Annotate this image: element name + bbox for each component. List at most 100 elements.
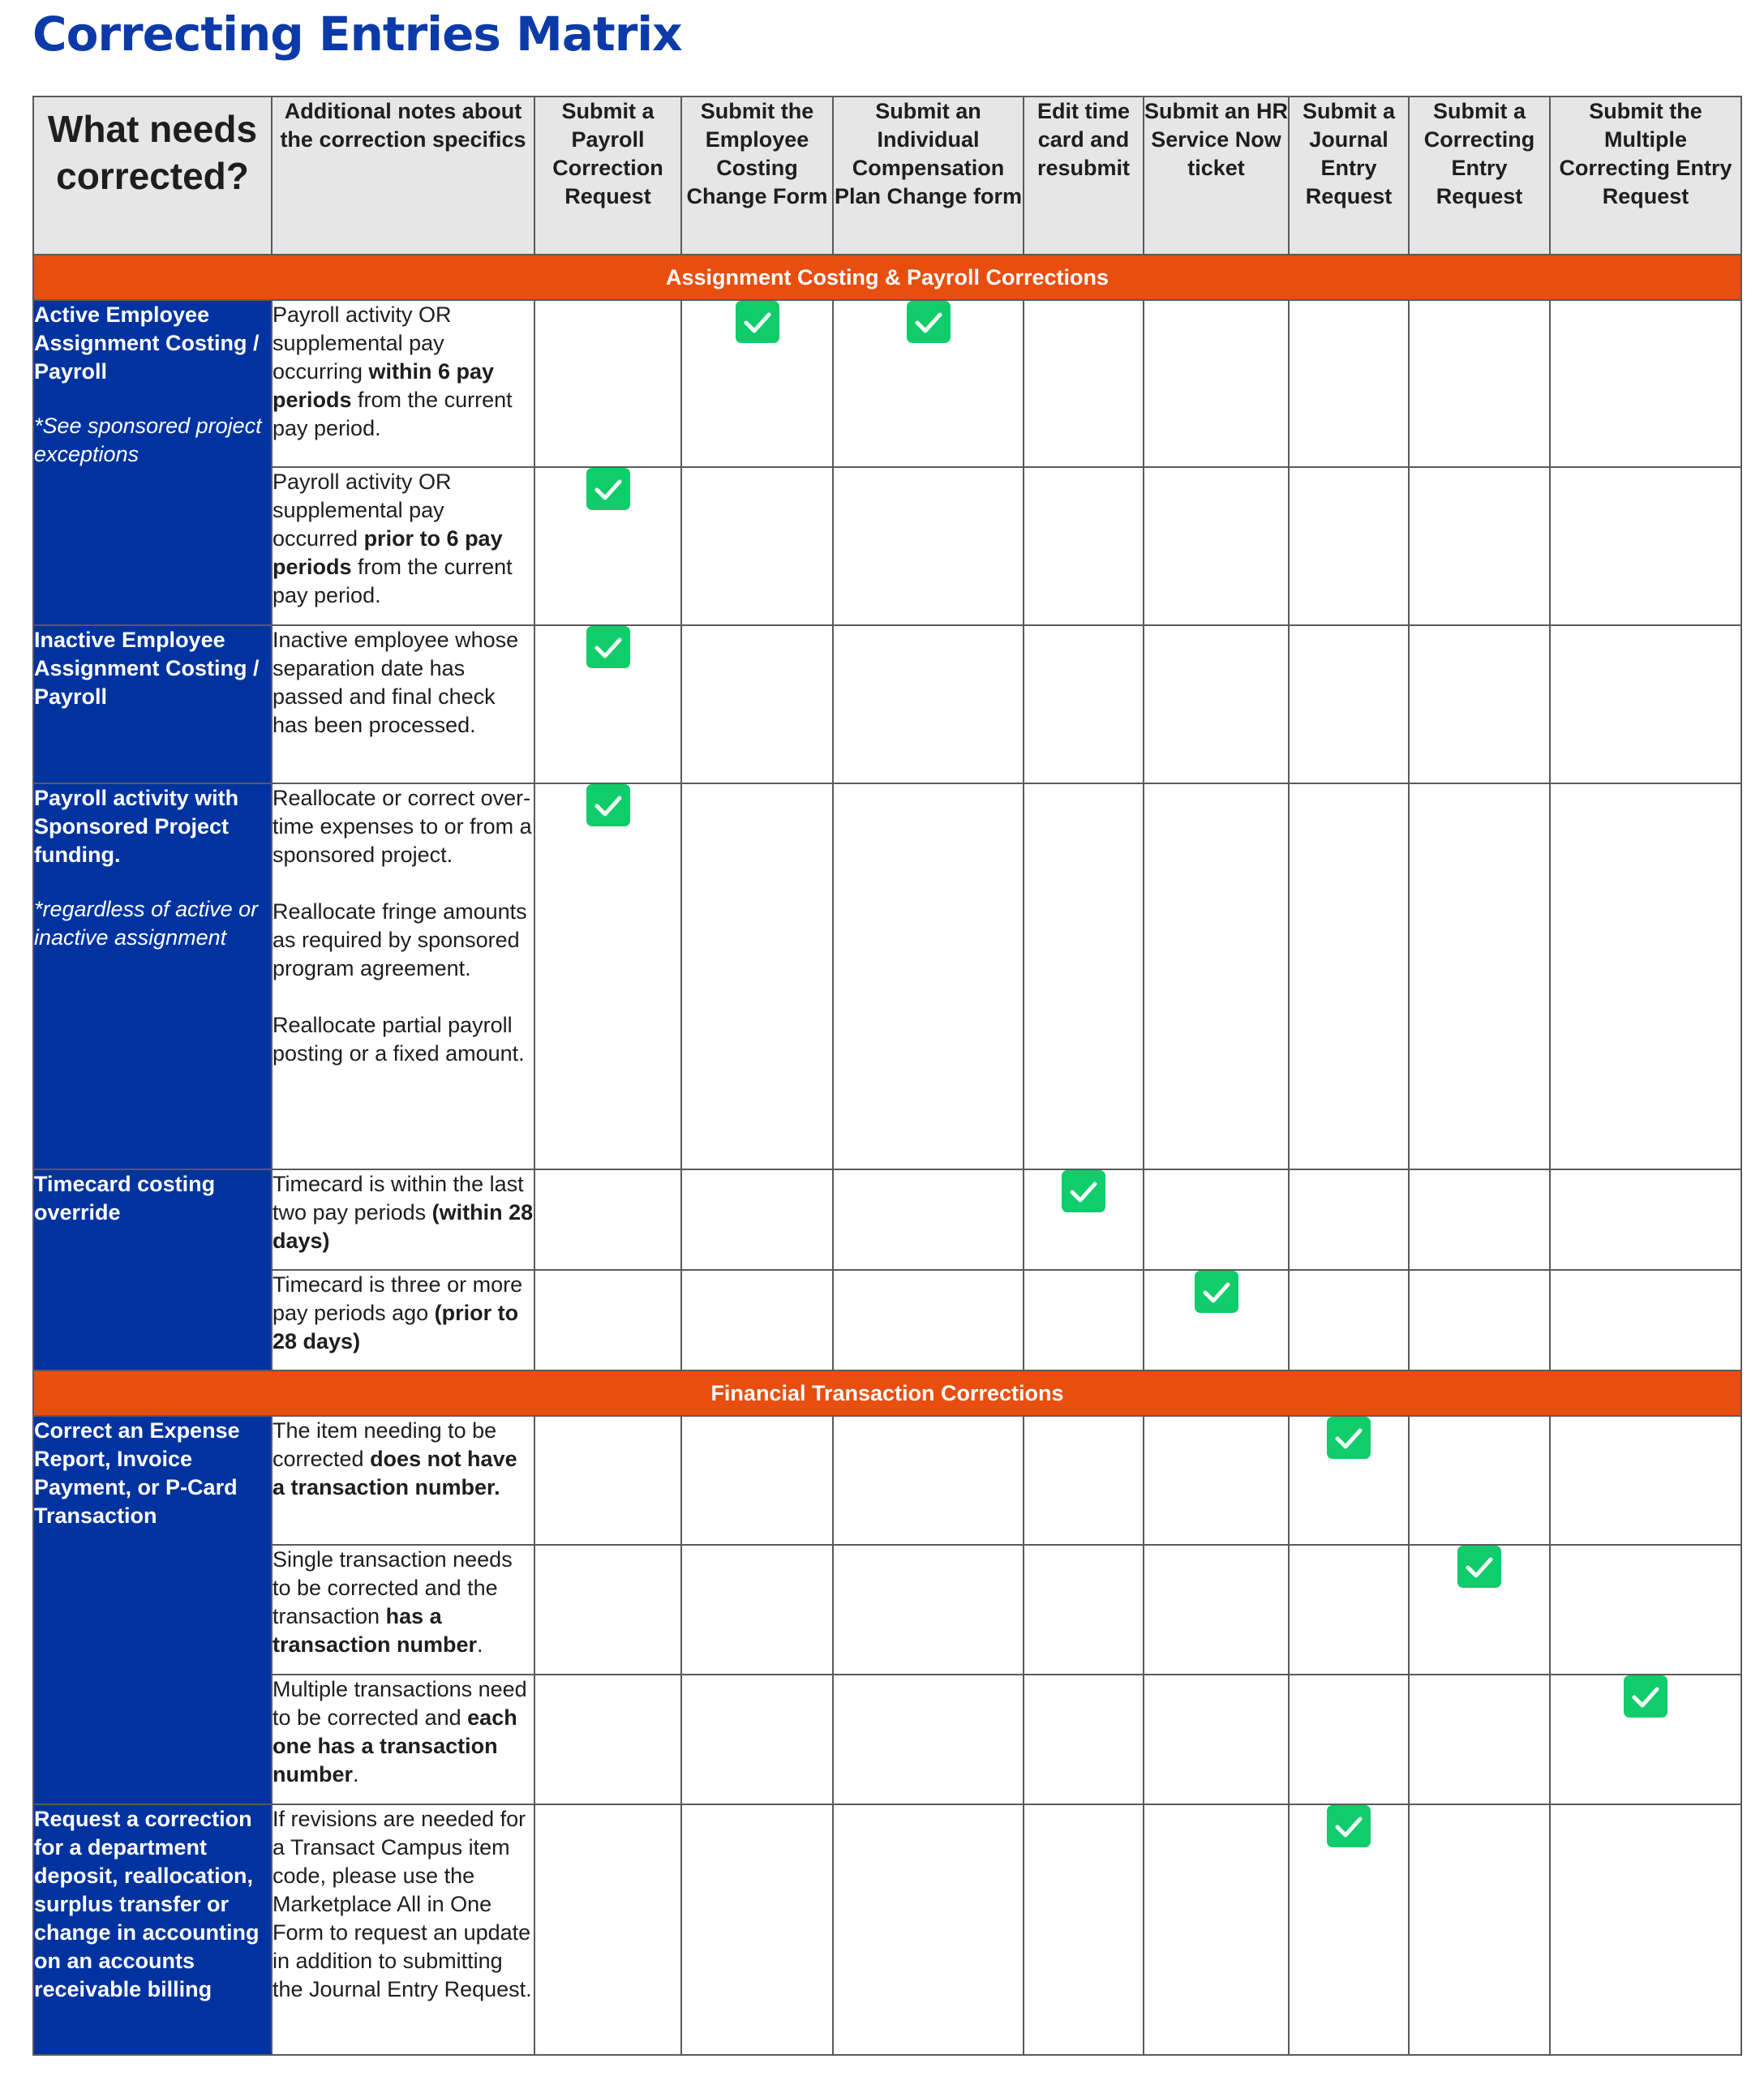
action-cell xyxy=(1023,1804,1144,2056)
header-action-journal-entry: Submit a Journal Entry Request xyxy=(1288,96,1410,255)
action-cell xyxy=(680,1269,834,1371)
category-label: Timecard costing override xyxy=(34,1172,216,1225)
action-cell xyxy=(534,466,682,626)
action-cell xyxy=(1549,1674,1742,1805)
checkmark-icon xyxy=(1457,1546,1501,1588)
action-cell xyxy=(534,1415,682,1546)
page-title: Correcting Entries Matrix xyxy=(32,6,683,62)
action-cell xyxy=(832,1674,1024,1805)
notes-cell: Payroll activity OR supplemental pay occ… xyxy=(271,299,535,468)
action-cell xyxy=(680,299,834,468)
action-cell xyxy=(1408,624,1551,784)
note-paragraph: The item needing to be corrected does no… xyxy=(273,1417,534,1502)
checkmark-icon xyxy=(586,468,630,510)
action-cell xyxy=(832,1169,1024,1271)
action-cell xyxy=(832,466,1024,626)
action-cell xyxy=(1023,1415,1144,1546)
category-cell: Request a correction for a department de… xyxy=(32,1804,273,2056)
action-cell xyxy=(1549,299,1742,468)
notes-cell: Timecard is within the last two pay peri… xyxy=(271,1169,535,1271)
table-row: Timecard costing override Timecard is wit… xyxy=(32,1169,1742,1371)
action-cell xyxy=(832,624,1024,784)
note-text: Reallocate or correct over-time expenses… xyxy=(273,786,532,867)
action-cell xyxy=(534,1804,682,2056)
action-cell xyxy=(1408,783,1551,1170)
action-cell xyxy=(1288,1804,1410,2056)
action-cell xyxy=(1143,1804,1290,2056)
action-cell xyxy=(1023,1544,1144,1675)
checkmark-icon xyxy=(1327,1805,1371,1847)
category-label: Payroll activity with Sponsored Project … xyxy=(34,786,239,867)
action-cell xyxy=(1408,1269,1551,1371)
section-title: Financial Transaction Corrections xyxy=(32,1370,1742,1417)
action-cell xyxy=(1143,1415,1290,1546)
notes-cell: Timecard is three or more pay periods ag… xyxy=(271,1269,535,1371)
note-paragraph: Timecard is within the last two pay peri… xyxy=(273,1170,534,1255)
action-cell xyxy=(1023,624,1144,784)
action-cell xyxy=(680,1169,834,1271)
action-cell xyxy=(1143,1674,1290,1805)
action-cell xyxy=(1143,1544,1290,1675)
note-paragraph: Payroll activity OR supplemental pay occ… xyxy=(273,468,534,610)
action-cell xyxy=(1023,1169,1144,1271)
action-cell xyxy=(1408,299,1551,468)
action-cell xyxy=(534,1169,682,1271)
action-cell xyxy=(1549,466,1742,626)
action-cell xyxy=(1288,1269,1410,1371)
action-cell xyxy=(832,1544,1024,1675)
action-cell xyxy=(534,783,682,1170)
category-cell: Inactive Employee Assignment Costing / P… xyxy=(32,624,273,784)
header-action-icp-change: Submit an Individual Compensation Plan C… xyxy=(832,96,1024,255)
action-cell xyxy=(832,1415,1024,1546)
action-cell xyxy=(1143,1269,1290,1371)
note-paragraph: Timecard is three or more pay periods ag… xyxy=(273,1271,534,1356)
action-cell xyxy=(1288,299,1410,468)
table-row: Multiple transactions need to be correct… xyxy=(33,1674,1742,1805)
action-cell xyxy=(1549,1269,1742,1371)
note-paragraph: Reallocate or correct over-time expenses… xyxy=(273,784,534,869)
checkmark-icon xyxy=(586,784,630,826)
action-cell xyxy=(1143,783,1290,1170)
category-note: *See sponsored project exceptions xyxy=(34,414,262,466)
category-cell: Timecard costing override xyxy=(32,1169,273,1371)
action-cell xyxy=(832,1269,1024,1371)
action-cell xyxy=(1288,466,1410,626)
notes-cell: Payroll activity OR supplemental pay occ… xyxy=(271,466,535,626)
action-cell xyxy=(1549,1169,1742,1271)
action-cell xyxy=(1288,783,1410,1170)
action-cell xyxy=(680,1544,834,1675)
header-action-correcting-entry: Submit a Correcting Entry Request xyxy=(1408,96,1551,255)
checkmark-icon xyxy=(1624,1675,1667,1718)
action-cell xyxy=(1143,1169,1290,1271)
action-cell xyxy=(1143,299,1290,468)
action-cell xyxy=(1288,1544,1410,1675)
action-cell xyxy=(1288,1415,1410,1546)
action-cell xyxy=(1143,466,1290,626)
note-text: Reallocate partial payroll posting or a … xyxy=(273,1013,525,1066)
category-cell: Payroll activity with Sponsored Project … xyxy=(32,783,273,1170)
category-label: Inactive Employee Assignment Costing / P… xyxy=(34,628,260,709)
header-action-hr-service-now: Submit an HR Service Now ticket xyxy=(1143,96,1290,255)
header-question: What needs corrected? xyxy=(32,96,273,255)
action-cell xyxy=(1023,1674,1144,1805)
correcting-entries-matrix: What needs corrected? Additional notes a… xyxy=(32,96,1742,2056)
action-cell xyxy=(1023,783,1144,1170)
table-row: Payroll activity with Sponsored Project … xyxy=(32,783,1742,1170)
section-band: Financial Transaction Corrections xyxy=(32,1370,1742,1417)
action-cell xyxy=(1408,1674,1551,1805)
checkmark-icon xyxy=(906,301,951,343)
action-cell xyxy=(1549,624,1742,784)
note-paragraph: Reallocate partial payroll posting or a … xyxy=(273,1011,534,1068)
action-cell xyxy=(680,1415,834,1546)
action-cell xyxy=(1143,624,1290,784)
action-cell xyxy=(1408,466,1551,626)
checkmark-icon xyxy=(1327,1417,1371,1459)
action-cell xyxy=(832,783,1024,1170)
section-title: Assignment Costing & Payroll Corrections xyxy=(32,254,1742,301)
table-row: Timecard is three or more pay periods ag… xyxy=(33,1269,1742,1371)
note-paragraph: Reallocate fringe amounts as required by… xyxy=(273,898,534,983)
action-cell xyxy=(1288,1674,1410,1805)
action-cell xyxy=(680,783,834,1170)
action-cell xyxy=(1408,1415,1551,1546)
note-paragraph: If revisions are needed for a Transact C… xyxy=(273,1805,534,2004)
